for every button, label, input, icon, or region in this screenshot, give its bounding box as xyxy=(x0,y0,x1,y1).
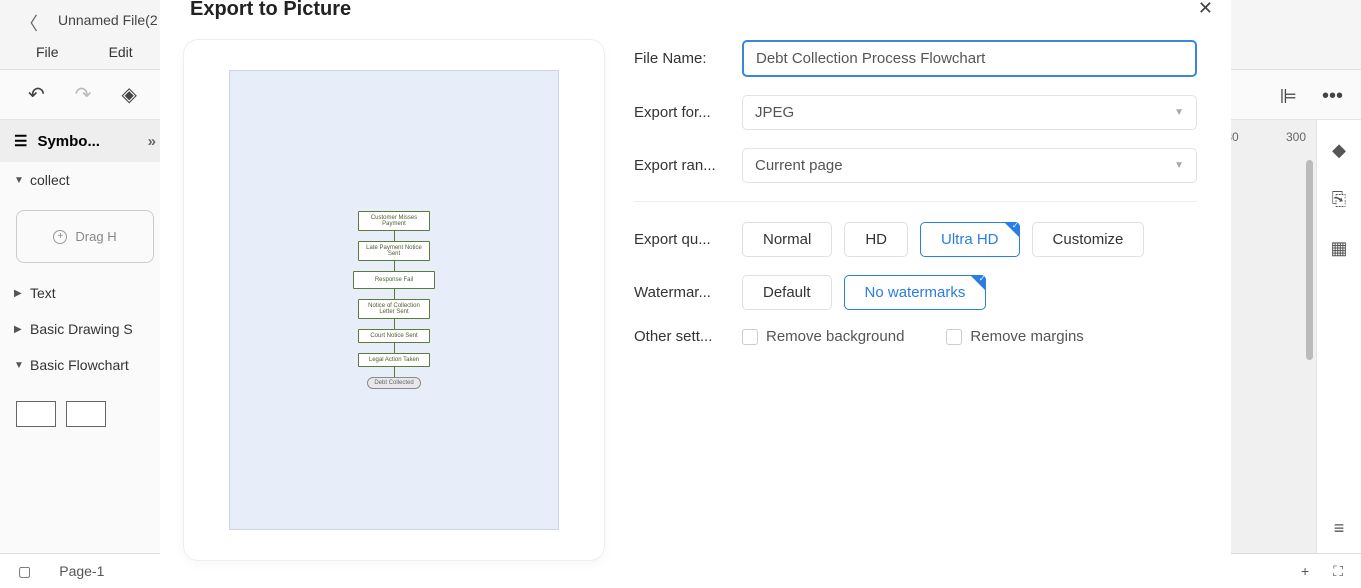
chevron-down-icon: ▼ xyxy=(1174,160,1184,171)
basic-flowchart-label: Basic Flowchart xyxy=(30,357,129,373)
remove-margins-checkbox[interactable]: Remove margins xyxy=(946,328,1083,345)
export-dialog: Export to Picture ✕ Customer Misses Paym… xyxy=(160,0,1231,588)
preview-node: Debt Collected xyxy=(367,377,420,389)
preview-page: Customer Misses Payment Late Payment Not… xyxy=(229,70,559,530)
checkbox-icon xyxy=(946,329,962,345)
remove-margins-label: Remove margins xyxy=(970,328,1083,345)
watermark-none-label: No watermarks xyxy=(865,284,966,301)
remove-bg-label: Remove background xyxy=(766,328,904,345)
ruler-mark: 300 xyxy=(1286,130,1306,144)
list-tool-icon[interactable]: ≡ xyxy=(1334,518,1345,539)
chevron-right-icon: ▶ xyxy=(14,324,22,335)
tab-title[interactable]: Unnamed File(2 xyxy=(58,12,158,28)
align-icon[interactable]: ⊫ xyxy=(1280,84,1297,109)
preview-node: Customer Misses Payment xyxy=(358,211,430,231)
menu-edit[interactable]: Edit xyxy=(109,44,133,60)
collect-label: collect xyxy=(30,172,70,188)
shape-rect[interactable] xyxy=(16,401,56,427)
scrollbar[interactable] xyxy=(1306,160,1313,360)
plus-icon: + xyxy=(53,230,67,244)
symbols-icon: ☰ xyxy=(14,132,27,150)
shape-rect[interactable] xyxy=(66,401,106,427)
collect-section[interactable]: ▼ collect xyxy=(0,162,170,198)
watermark-none-button[interactable]: No watermarks xyxy=(844,275,987,310)
format-label: Export for... xyxy=(634,104,724,121)
chevron-down-icon: ▼ xyxy=(14,175,22,186)
collapse-icon[interactable]: » xyxy=(148,133,156,150)
quality-normal-button[interactable]: Normal xyxy=(742,222,832,257)
preview-node: Legal Action Taken xyxy=(358,353,430,367)
checkbox-icon xyxy=(742,329,758,345)
check-icon xyxy=(1004,222,1020,238)
range-value: Current page xyxy=(755,157,843,174)
text-label: Text xyxy=(30,285,56,301)
dialog-title: Export to Picture xyxy=(190,0,351,21)
quality-ultrahd-button[interactable]: Ultra HD xyxy=(920,222,1020,257)
redo-icon[interactable]: ↷ xyxy=(75,82,92,107)
back-icon[interactable]: 〈 xyxy=(20,10,38,36)
export-form: File Name: Export for... JPEG ▼ Export r… xyxy=(634,40,1207,588)
menu-file[interactable]: File xyxy=(36,44,59,60)
undo-icon[interactable]: ↶ xyxy=(28,82,45,107)
format-value: JPEG xyxy=(755,104,794,121)
ruler: 80 300 xyxy=(1222,130,1306,144)
page-label[interactable]: Page-1 xyxy=(59,563,104,579)
range-label: Export ran... xyxy=(634,157,724,174)
quality-ultrahd-label: Ultra HD xyxy=(941,231,999,248)
check-icon xyxy=(970,275,986,291)
quality-hd-button[interactable]: HD xyxy=(844,222,908,257)
sidebar: ☰ Symbo... » ▼ collect + Drag H ▶ Text ▶… xyxy=(0,120,170,553)
drag-hint-label: Drag H xyxy=(75,229,116,244)
file-name-label: File Name: xyxy=(634,50,724,67)
chevron-down-icon: ▼ xyxy=(14,360,22,371)
basic-flowchart-section[interactable]: ▼ Basic Flowchart xyxy=(0,347,170,383)
presentation-icon[interactable]: ▢ xyxy=(18,563,31,580)
preview-node: Notice of Collection Letter Sent xyxy=(358,299,430,319)
watermark-default-button[interactable]: Default xyxy=(742,275,832,310)
symbols-label: Symbo... xyxy=(37,133,100,150)
remove-bg-checkbox[interactable]: Remove background xyxy=(742,328,904,345)
preview-node: Response Fail xyxy=(353,271,435,289)
grid-tool-icon[interactable]: ▦ xyxy=(1330,238,1347,259)
preview-node: Court Notice Sent xyxy=(358,329,430,343)
basic-drawing-section[interactable]: ▶ Basic Drawing S xyxy=(0,311,170,347)
basic-drawing-label: Basic Drawing S xyxy=(30,321,133,337)
range-select[interactable]: Current page ▼ xyxy=(742,148,1197,183)
preview-pane: Customer Misses Payment Late Payment Not… xyxy=(184,40,604,560)
add-page-icon[interactable]: + xyxy=(1301,563,1309,579)
other-label: Other sett... xyxy=(634,328,724,345)
quality-label: Export qu... xyxy=(634,231,724,248)
watermark-label: Watermar... xyxy=(634,284,724,301)
close-icon[interactable]: ✕ xyxy=(1198,0,1213,19)
chevron-down-icon: ▼ xyxy=(1174,107,1184,118)
right-toolbar: ◆ ⎘ ▦ ≡ xyxy=(1316,120,1361,553)
chevron-right-icon: ▶ xyxy=(14,288,22,299)
symbols-header[interactable]: ☰ Symbo... » xyxy=(0,120,170,162)
drag-drop-zone[interactable]: + Drag H xyxy=(16,210,154,263)
format-select[interactable]: JPEG ▼ xyxy=(742,95,1197,130)
fullscreen-icon[interactable]: ⛶ xyxy=(1333,563,1343,580)
more-icon[interactable]: ••• xyxy=(1322,85,1343,108)
export-tool-icon[interactable]: ⎘ xyxy=(1332,189,1346,210)
shape-palette xyxy=(0,393,170,435)
preview-node: Late Payment Notice Sent xyxy=(358,241,430,261)
text-section[interactable]: ▶ Text xyxy=(0,275,170,311)
file-name-input[interactable] xyxy=(742,40,1197,77)
format-painter-icon[interactable]: ◈ xyxy=(122,82,137,107)
quality-customize-button[interactable]: Customize xyxy=(1032,222,1145,257)
fill-tool-icon[interactable]: ◆ xyxy=(1332,140,1346,161)
